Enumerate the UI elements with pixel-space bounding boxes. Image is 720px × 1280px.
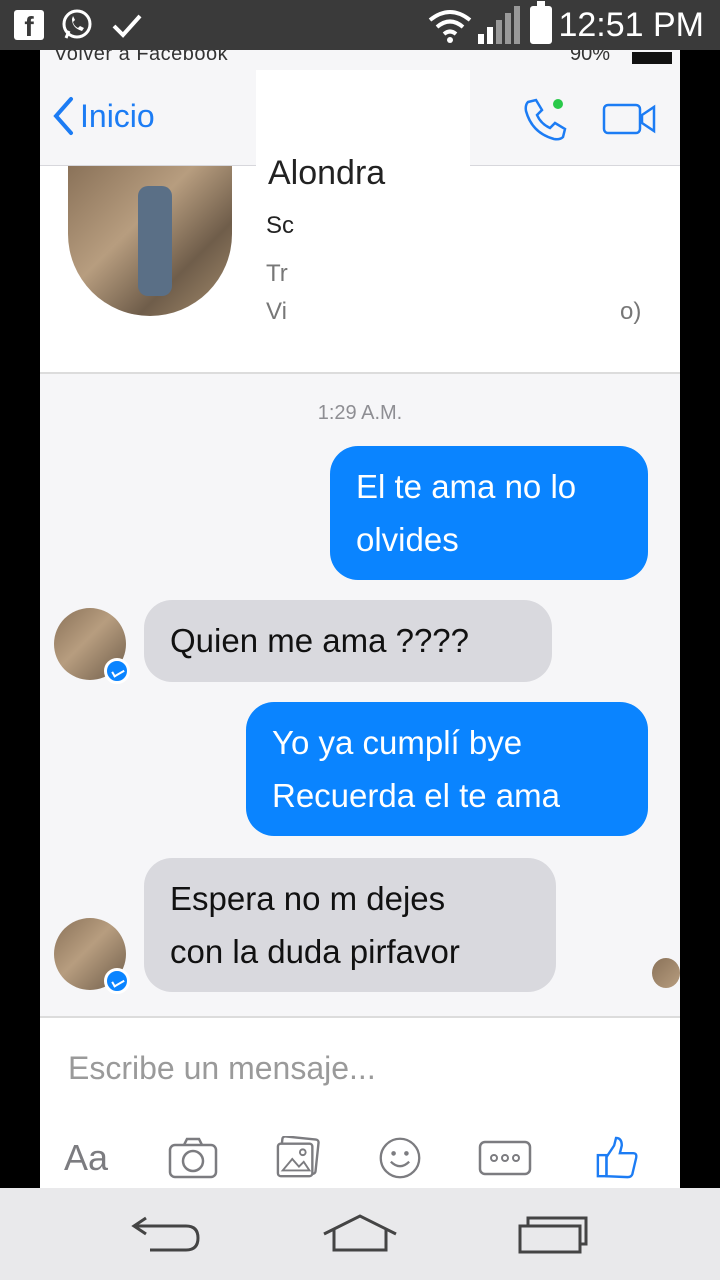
profile-info-line: Sc [266, 212, 295, 239]
back-nav-icon[interactable] [130, 1212, 202, 1256]
message-bubble-incoming[interactable]: Espera no m dejes con la duda pirfavor [144, 858, 556, 992]
redacted-title [256, 70, 470, 166]
message-line: con la duda pirfavor [170, 933, 460, 970]
video-call-icon[interactable] [602, 102, 656, 136]
phone-call-icon[interactable] [520, 96, 570, 144]
photo-gallery-icon[interactable] [274, 1136, 322, 1180]
back-label: Inicio [80, 97, 155, 134]
profile-card: Alondra Sc Tr Vi o) [40, 154, 680, 374]
back-to-facebook-link[interactable]: Volver a Facebook [54, 50, 228, 66]
android-status-bar: f 12:51 PM [0, 0, 720, 50]
android-navigation-bar [0, 1188, 720, 1280]
message-line: Recuerda el te ama [272, 777, 560, 814]
chat-timestamp: 1:29 A.M. [317, 402, 403, 424]
emoji-icon[interactable] [376, 1136, 424, 1180]
wifi-icon [428, 10, 472, 43]
sender-avatar[interactable] [54, 918, 130, 994]
signal-icon [478, 6, 520, 44]
home-nav-icon[interactable] [320, 1212, 400, 1256]
message-line: Espera no m dejes [170, 880, 446, 917]
profile-info-line: Vi [266, 298, 287, 325]
text-format-button[interactable]: Aa [64, 1136, 108, 1180]
messenger-screen: Volver a Facebook 90% Inicio Alondra Sc … [40, 50, 680, 1188]
messenger-badge-icon [104, 968, 130, 994]
check-notification-icon [112, 14, 142, 38]
thumbs-up-icon[interactable] [594, 1136, 640, 1180]
battery-icon [530, 1, 552, 44]
profile-avatar[interactable] [68, 166, 232, 316]
message-bubble-outgoing[interactable]: Yo ya cumplí bye Recuerda el te ama [246, 702, 648, 836]
message-composer: Aa [40, 1016, 680, 1188]
profile-info-tail: o) [620, 298, 642, 325]
battery-percent: 90% [570, 50, 611, 65]
ios-status-bar: Volver a Facebook 90% [40, 50, 680, 70]
ios-battery-icon [632, 52, 672, 64]
profile-name: Alondra [268, 154, 386, 192]
phone-screen: f 12:51 PM Volver a Facebook 90% Inicio … [0, 0, 720, 1280]
facebook-notification-icon: f [14, 10, 44, 42]
message-input[interactable] [68, 1040, 628, 1096]
sender-avatar[interactable] [54, 608, 130, 684]
message-line: olvides [356, 521, 459, 558]
profile-info-line: Tr [266, 260, 288, 287]
message-line: Yo ya cumplí bye [272, 724, 523, 761]
message-line: El te ama no lo [356, 468, 577, 505]
recent-apps-icon[interactable] [516, 1212, 590, 1256]
seen-indicator-avatar [652, 958, 680, 988]
whatsapp-notification-icon [62, 9, 92, 39]
messenger-badge-icon [104, 658, 130, 684]
message-bubble-outgoing[interactable]: El te ama no lo olvides [330, 446, 648, 580]
message-line: Quien me ama ???? [170, 622, 470, 659]
status-time: 12:51 PM [558, 6, 704, 44]
back-button[interactable]: Inicio [52, 96, 155, 136]
redacted-info [334, 208, 620, 328]
camera-icon[interactable] [168, 1136, 218, 1180]
chat-header: Inicio [40, 70, 680, 166]
chevron-left-icon [53, 97, 73, 135]
message-bubble-incoming[interactable]: Quien me ama ???? [144, 600, 552, 682]
more-options-icon[interactable] [478, 1136, 532, 1180]
